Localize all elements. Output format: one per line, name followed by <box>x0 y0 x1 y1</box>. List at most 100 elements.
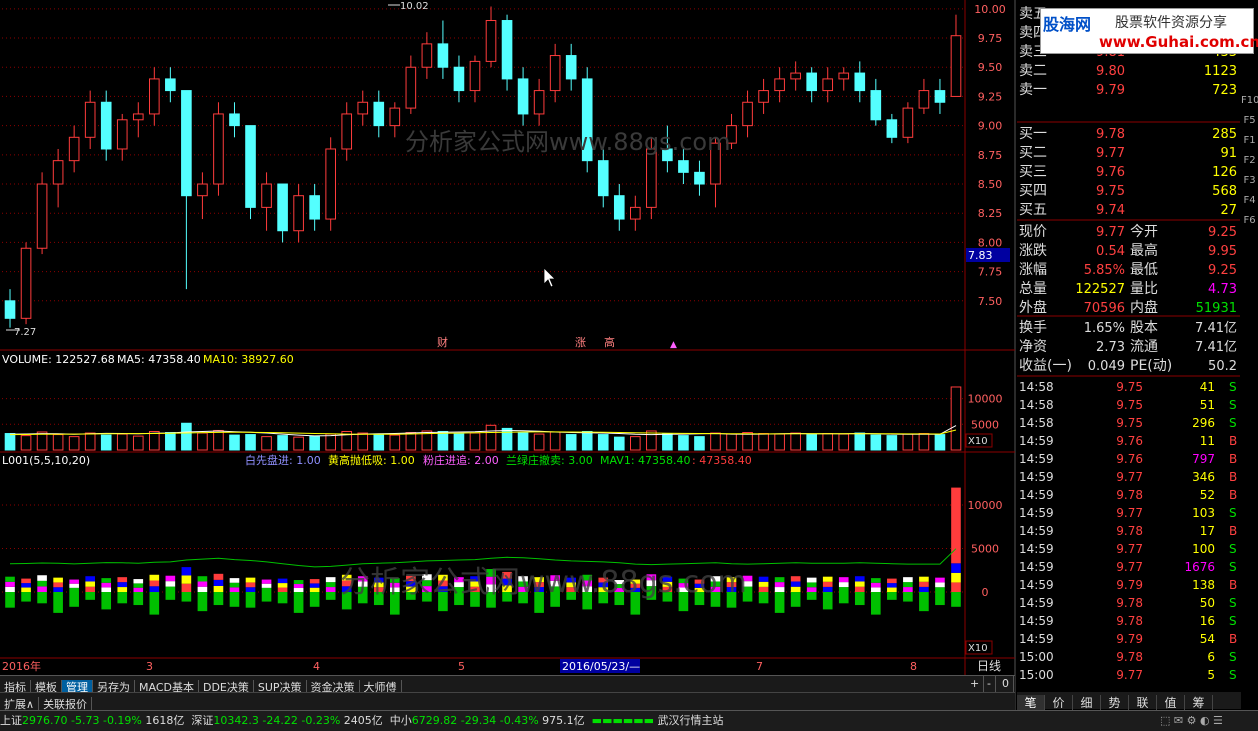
volume-bar <box>918 433 930 451</box>
side-tab-f2[interactable]: F2 <box>1241 155 1258 167</box>
quote-value-2: 5.85% <box>1084 263 1125 278</box>
candle <box>613 184 625 231</box>
bid-vol-2: 126 <box>1212 165 1237 180</box>
quote-value2-3: 4.73 <box>1208 282 1237 297</box>
indicator-bar <box>822 576 833 610</box>
candle <box>100 90 112 161</box>
indicator-bar <box>21 578 31 602</box>
index1-value: 2976.70 <box>22 714 68 727</box>
indicator-legend-pink: 粉庄进追: 2.00 <box>423 453 499 467</box>
volume-bar <box>149 430 160 451</box>
trade-vol-8: 17 <box>1200 524 1215 538</box>
bid-vol-4: 27 <box>1220 203 1237 218</box>
quote-value-1: 0.54 <box>1096 244 1125 259</box>
trade-vol-4: 797 <box>1192 452 1215 466</box>
quote-value2-4: 51931 <box>1196 301 1237 316</box>
bid-label-3: 买四 <box>1019 183 1047 199</box>
volume-bar <box>373 434 385 451</box>
volume-bar <box>325 433 336 451</box>
candle <box>84 90 96 149</box>
trade-time-3: 14:59 <box>1019 434 1054 448</box>
volume-bar <box>501 427 513 451</box>
server-name[interactable]: 武汉行情主站 <box>658 714 724 727</box>
trade-price-15: 9.78 <box>1116 650 1143 664</box>
candle <box>886 113 898 144</box>
side-tab-f1[interactable]: F1 <box>1241 135 1258 147</box>
index2-change: -24.22 <box>262 714 298 727</box>
index1-pct: -0.19% <box>102 714 142 727</box>
candle <box>405 55 417 114</box>
trade-time-11: 14:59 <box>1019 578 1054 592</box>
index2-pct: -0.23% <box>301 714 341 727</box>
side-tab-f5[interactable]: F5 <box>1241 115 1258 127</box>
side-tab-f4[interactable]: F4 <box>1241 195 1258 207</box>
zoom-in-button[interactable]: + <box>966 676 985 692</box>
trade-price-2: 9.75 <box>1116 416 1143 430</box>
period-label[interactable]: 日线 <box>977 659 1001 673</box>
side-tab-f3[interactable]: F3 <box>1241 175 1258 187</box>
indicator-watermark: 分析家公式网www.88gs.com <box>340 565 747 600</box>
volume-bar <box>165 432 176 451</box>
bid-price-4: 9.74 <box>1096 203 1125 218</box>
trade-time-13: 14:59 <box>1019 614 1054 628</box>
trade-side-11: B <box>1229 578 1237 592</box>
index1-name[interactable]: 上证 <box>0 714 22 727</box>
candle <box>4 289 16 328</box>
quote-value2-1: 9.95 <box>1208 244 1237 259</box>
indicator-tick-0: 10000 <box>968 499 1003 512</box>
trade-side-6: B <box>1229 488 1237 502</box>
volume-bar <box>934 434 946 451</box>
indicator-bar <box>887 578 897 600</box>
volume-bar <box>646 430 657 451</box>
candle <box>421 32 433 79</box>
indicator-bar <box>5 576 15 608</box>
reset-button[interactable]: 0 <box>998 676 1014 692</box>
quote-label2-1: 最高 <box>1130 242 1158 259</box>
volume-bar <box>389 434 401 451</box>
trade-side-8: B <box>1229 524 1237 538</box>
indicator-bar <box>277 578 288 604</box>
info-value2-1: 7.41亿 <box>1195 340 1237 355</box>
candle <box>52 148 64 208</box>
bid-label-1: 买二 <box>1019 145 1047 161</box>
price-watermark: 分析家公式网www.88gs.com <box>405 128 730 156</box>
index3-name[interactable]: 中小 <box>390 714 412 727</box>
volume-bar <box>293 436 304 451</box>
volume-bar <box>565 434 577 451</box>
trade-vol-13: 16 <box>1200 614 1215 628</box>
trade-side-1: S <box>1229 398 1237 412</box>
trade-side-2: S <box>1229 416 1237 430</box>
quote-value2-2: 9.25 <box>1208 263 1237 278</box>
stock-chart[interactable]: 10.00 9.75 9.50 9.25 9.00 8.75 8.50 8.25 8.00 7.7… <box>0 0 1258 730</box>
low-price-label: 7.27 <box>14 327 36 338</box>
candlestick-series <box>4 6 962 328</box>
side-tab-f6[interactable]: F6 <box>1241 215 1258 227</box>
detail-tabs: 笔价细势联值筹 <box>1017 692 1241 712</box>
volume-bar <box>132 435 144 451</box>
candle <box>68 125 80 173</box>
volume-bar <box>197 432 208 451</box>
indicator-name: L001(5,5,10,20) <box>2 454 90 467</box>
info-value-2: 0.049 <box>1088 359 1125 374</box>
volume-bar <box>52 434 64 451</box>
side-tab-f10[interactable]: F10 <box>1241 95 1258 107</box>
zoom-out-button[interactable]: - <box>983 676 996 692</box>
volume-scale-tag: X10 <box>968 436 988 447</box>
connection-signal-icon: ▬▬▬▬▬▬ <box>591 714 655 727</box>
quote-label-3: 总量 <box>1019 281 1047 297</box>
volume-y-axis: 10000 5000 <box>2 393 1003 431</box>
date-label-year: 2016年 <box>2 659 41 673</box>
candle <box>132 102 144 138</box>
indicator-bar <box>181 567 192 602</box>
price-tick-8: 8.00 <box>978 236 1003 249</box>
market-status-bar: 上证2976.70 -5.73 -0.19% 1618亿 深证10342.3 -… <box>0 710 1258 731</box>
trade-vol-14: 54 <box>1200 632 1215 646</box>
date-label-8: 8 <box>910 660 917 673</box>
trade-price-9: 9.77 <box>1116 542 1143 556</box>
candle <box>694 160 705 196</box>
candle <box>149 67 160 126</box>
index2-name[interactable]: 深证 <box>191 714 213 727</box>
indicator-bar <box>69 579 79 607</box>
trade-vol-11: 138 <box>1192 578 1215 592</box>
quote-value2-0: 9.25 <box>1208 225 1237 240</box>
